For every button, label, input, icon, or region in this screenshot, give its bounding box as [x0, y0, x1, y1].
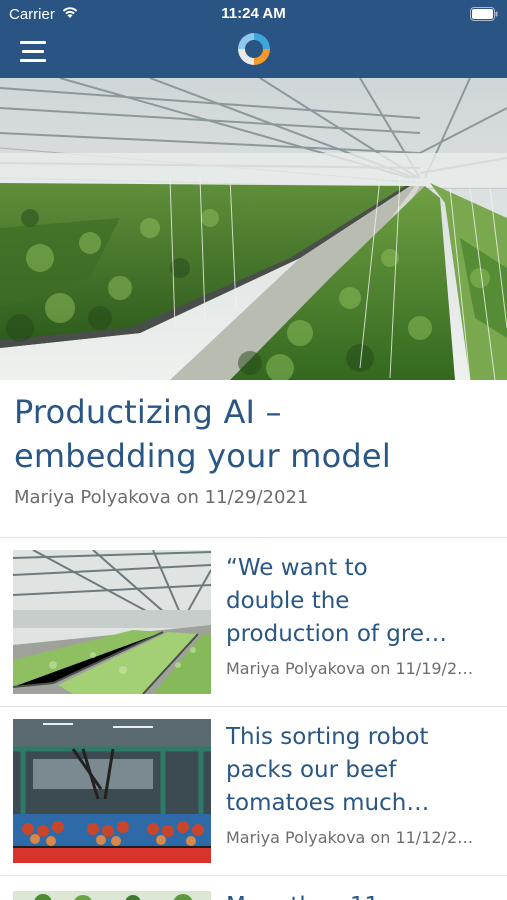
article-list-item[interactable]: More than 11…: [0, 876, 507, 900]
featured-article-title[interactable]: Productizing AI – embedding your model: [14, 390, 494, 478]
status-time: 11:24 AM: [221, 5, 286, 22]
article-title-line: “We want to: [226, 555, 368, 581]
featured-title-line: embedding your model: [14, 437, 391, 475]
article-title: More than 11…: [226, 890, 498, 900]
article-list-item[interactable]: “We want to double the production of gre…: [0, 538, 507, 706]
article-title: This sorting robot packs our beef tomato…: [226, 721, 498, 820]
app-logo-icon: [235, 30, 273, 68]
hamburger-menu-icon[interactable]: [20, 41, 48, 63]
article-list-item[interactable]: This sorting robot packs our beef tomato…: [0, 707, 507, 875]
article-meta: Mariya Polyakova on 11/19/2…: [226, 659, 474, 678]
status-bar: Carrier 11:24 AM: [0, 0, 507, 28]
article-title: “We want to double the production of gre…: [226, 552, 498, 651]
article-title-line: packs our beef: [226, 757, 397, 783]
article-title-line: double the: [226, 588, 350, 614]
article-title-line: This sorting robot: [226, 724, 429, 750]
featured-article-image[interactable]: [0, 78, 507, 380]
article-thumbnail: [13, 719, 211, 863]
article-meta: Mariya Polyakova on 11/12/2…: [226, 828, 474, 847]
article-thumbnail: [13, 888, 211, 900]
article-title-line: More than 11…: [226, 890, 498, 900]
article-title-line: tomatoes much…: [226, 790, 430, 816]
article-title-line: production of gre…: [226, 621, 447, 647]
nav-bar: [0, 28, 507, 78]
featured-title-line: Productizing AI –: [14, 393, 282, 431]
article-thumbnail: [13, 550, 211, 694]
featured-article-meta: Mariya Polyakova on 11/29/2021: [14, 487, 309, 508]
battery-icon: [470, 7, 498, 25]
